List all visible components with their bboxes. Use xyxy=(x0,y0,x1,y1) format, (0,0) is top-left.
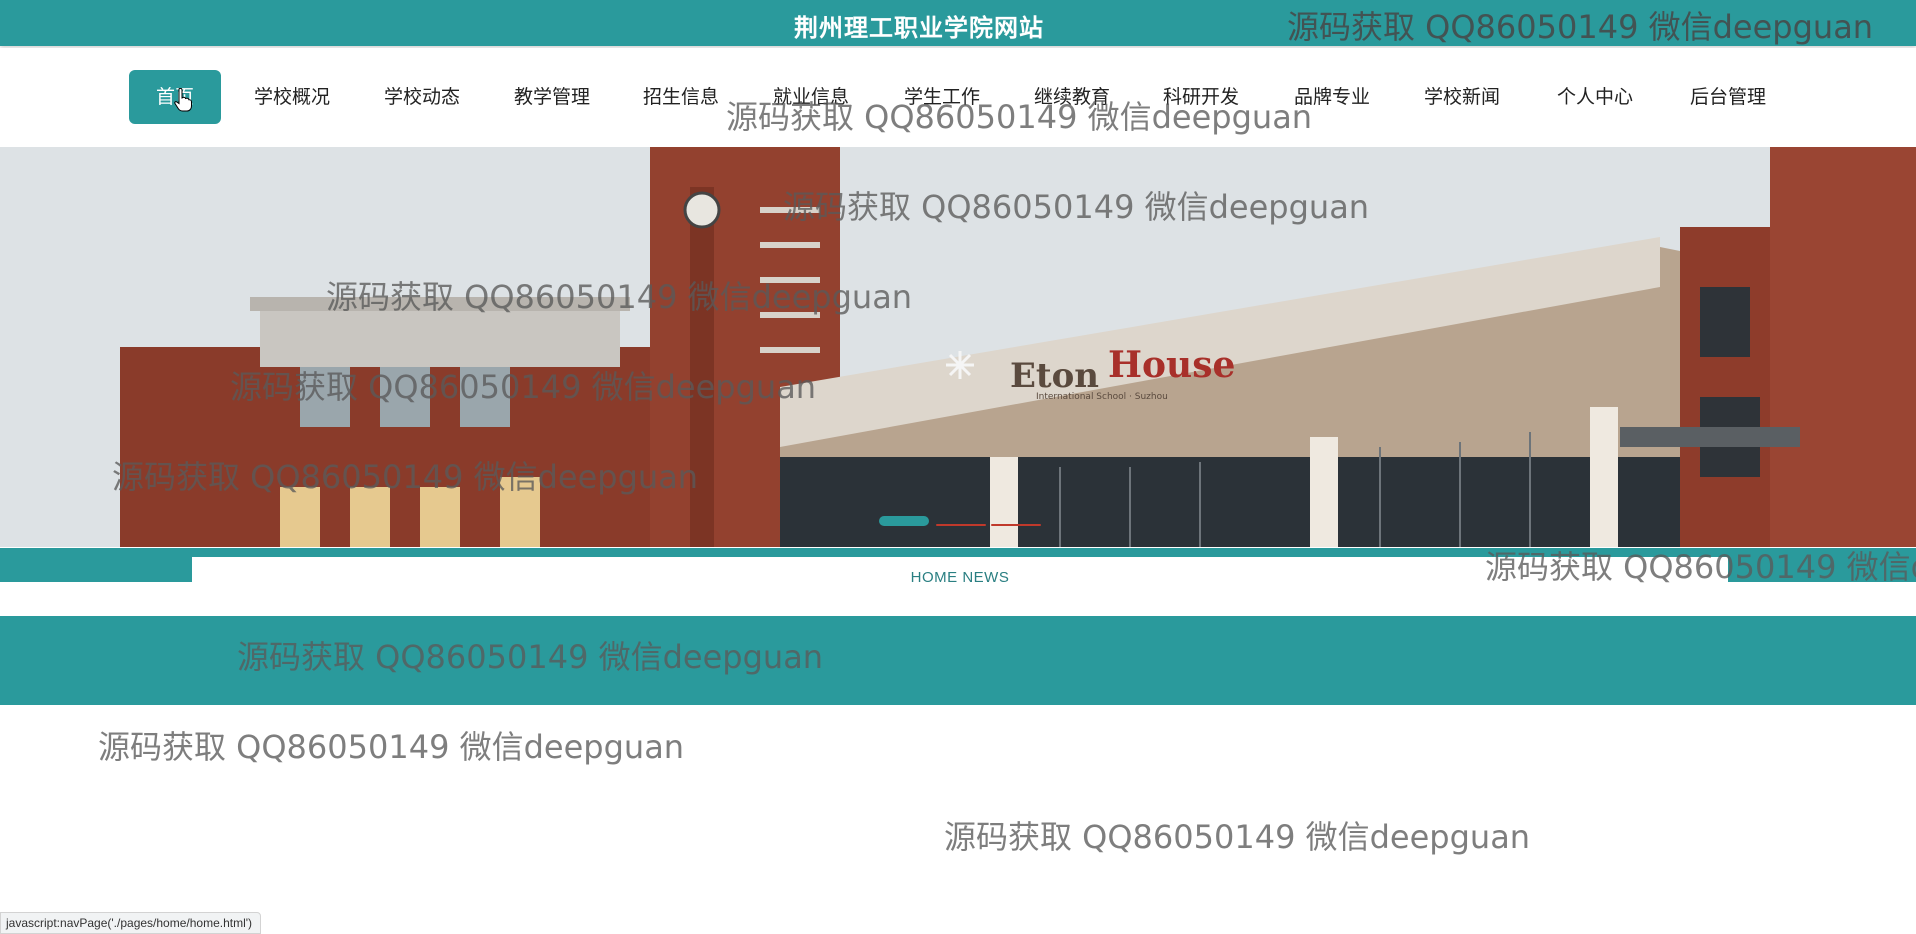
nav-item-school-news[interactable]: 学校新闻 xyxy=(1424,70,1500,124)
hero-banner-image: Eton House International School · Suzhou xyxy=(0,147,1916,547)
top-header-bar: 荆州理工职业学院网站 xyxy=(0,0,1916,46)
nav-item-teaching-management[interactable]: 教学管理 xyxy=(514,70,590,124)
watermark-text: 源码获取 QQ86050149 微信deepguan xyxy=(98,728,685,766)
teal-content-band xyxy=(0,616,1916,705)
nav-item-student-affairs[interactable]: 学生工作 xyxy=(904,70,980,124)
banner-sign-eton: Eton xyxy=(1010,356,1099,396)
nav-item-admin[interactable]: 后台管理 xyxy=(1690,70,1766,124)
nav-item-admissions[interactable]: 招生信息 xyxy=(643,70,719,124)
nav-item-school-news-dynamics[interactable]: 学校动态 xyxy=(384,70,460,124)
banner-logo-icon xyxy=(946,351,974,379)
carousel-dot-2[interactable] xyxy=(936,524,986,526)
news-title: HOME NEWS xyxy=(910,569,1010,586)
site-title: 荆州理工职业学院网站 xyxy=(794,14,1044,42)
banner-sign-house: House xyxy=(1108,344,1235,386)
nav-item-continuing-education[interactable]: 继续教育 xyxy=(1034,70,1110,124)
nav-item-employment[interactable]: 就业信息 xyxy=(773,70,849,124)
carousel-dot-1[interactable] xyxy=(879,516,929,526)
nav-item-brand-majors[interactable]: 品牌专业 xyxy=(1294,70,1370,124)
watermark-text: 源码获取 QQ86050149 微信deepguan xyxy=(944,818,1531,856)
nav-item-research[interactable]: 科研开发 xyxy=(1163,70,1239,124)
news-title-tab: HOME NEWS xyxy=(192,557,1728,589)
hand-cursor-icon xyxy=(174,88,192,112)
banner-sign-subtitle: International School · Suzhou xyxy=(1036,392,1168,402)
main-nav: 首页 学校概况 学校动态 教学管理 招生信息 就业信息 学生工作 继续教育 科研… xyxy=(0,48,1916,146)
nav-item-personal-center[interactable]: 个人中心 xyxy=(1557,70,1633,124)
browser-status-bar: javascript:navPage('./pages/home/home.ht… xyxy=(0,912,262,934)
nav-item-school-overview[interactable]: 学校概况 xyxy=(254,70,330,124)
carousel-dot-3[interactable] xyxy=(991,524,1041,526)
